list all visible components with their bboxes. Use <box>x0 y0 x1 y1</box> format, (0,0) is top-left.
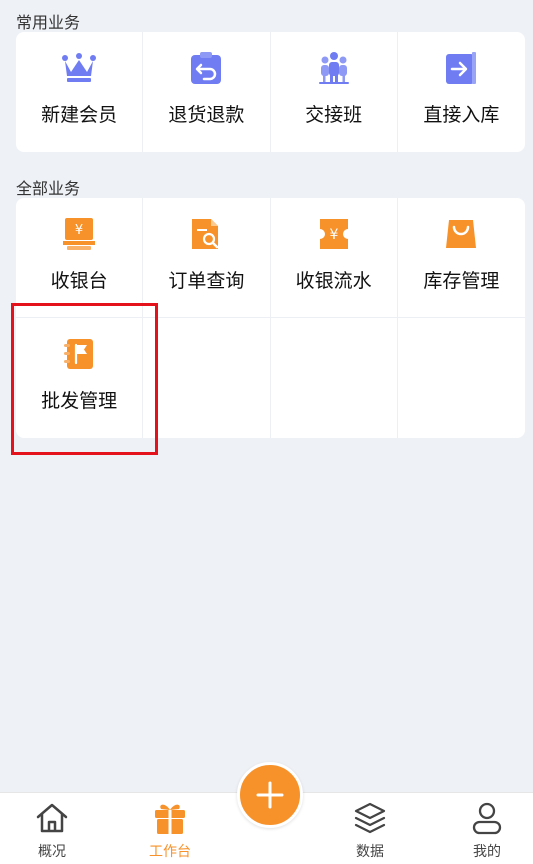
return-refund-button[interactable]: 退货退款 <box>143 32 271 152</box>
gift-icon <box>153 801 187 835</box>
order-search-icon <box>188 216 224 252</box>
wholesale-management-label: 批发管理 <box>41 390 118 412</box>
svg-text:¥: ¥ <box>329 227 338 243</box>
add-button[interactable] <box>237 762 303 828</box>
common-business-grid: 新建会员 退货退款 交接班 直接入库 <box>16 32 525 152</box>
cash-flow-label: 收银流水 <box>295 270 372 292</box>
direct-stock-in-button[interactable]: 直接入库 <box>398 32 525 152</box>
shopping-bag-icon <box>443 216 479 252</box>
return-clipboard-icon <box>188 50 224 86</box>
svg-text:¥: ¥ <box>75 223 83 238</box>
cashier-label: 收银台 <box>50 270 108 292</box>
cash-ticket-icon: ¥ <box>316 216 352 252</box>
plus-icon <box>256 781 284 809</box>
tab-mine-label: 我的 <box>473 844 501 860</box>
user-icon <box>470 801 504 835</box>
empty-grid-cell <box>143 318 271 438</box>
empty-grid-cell <box>398 318 525 438</box>
tab-workbench-label: 工作台 <box>149 844 191 860</box>
cash-register-icon: ¥ <box>61 216 97 252</box>
new-member-label: 新建会员 <box>41 104 118 126</box>
tab-overview-label: 概况 <box>38 844 66 860</box>
tab-mine[interactable]: 我的 <box>452 801 522 861</box>
cash-flow-button[interactable]: ¥ 收银流水 <box>270 198 398 318</box>
tab-data-label: 数据 <box>356 844 384 860</box>
common-section-title: 常用业务 <box>16 13 81 32</box>
order-query-label: 订单查询 <box>168 270 245 292</box>
all-business-grid: ¥ 收银台 订单查询 ¥ 收银流水 库存管理 批发管理 <box>16 198 525 438</box>
stock-in-icon <box>443 50 479 86</box>
empty-grid-cell <box>271 318 398 438</box>
group-people-icon <box>316 50 352 86</box>
tab-workbench[interactable]: 工作台 <box>135 801 205 861</box>
shift-handover-button[interactable]: 交接班 <box>271 32 398 152</box>
return-refund-label: 退货退款 <box>168 104 245 126</box>
new-member-button[interactable]: 新建会员 <box>16 32 144 152</box>
tab-data[interactable]: 数据 <box>335 801 405 861</box>
order-query-button[interactable]: 订单查询 <box>143 198 271 318</box>
home-icon <box>35 801 69 835</box>
inventory-management-label: 库存管理 <box>423 270 500 292</box>
direct-stock-in-label: 直接入库 <box>423 104 500 126</box>
inventory-management-button[interactable]: 库存管理 <box>397 198 525 318</box>
layers-icon <box>353 801 387 835</box>
tab-overview[interactable]: 概况 <box>17 801 87 861</box>
all-section-title: 全部业务 <box>16 179 81 198</box>
wholesale-management-button[interactable]: 批发管理 <box>16 318 144 438</box>
cashier-button[interactable]: ¥ 收银台 <box>16 198 144 318</box>
wholesale-notebook-icon <box>61 336 97 372</box>
crown-icon <box>61 50 97 86</box>
shift-handover-label: 交接班 <box>305 104 363 126</box>
